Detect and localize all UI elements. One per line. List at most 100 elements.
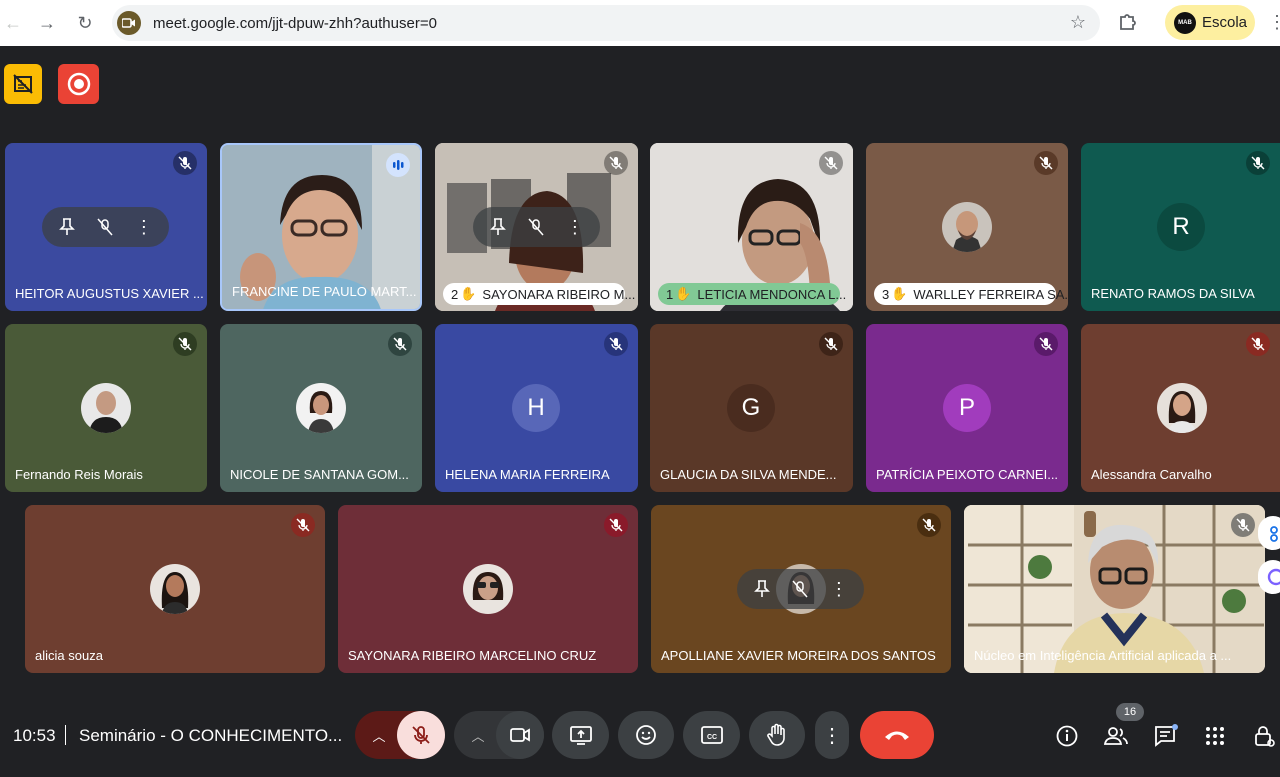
- audio-wave-icon: [386, 153, 410, 177]
- hand-order: 1: [666, 286, 674, 302]
- raise-hand-button[interactable]: [749, 711, 805, 759]
- hand-order: 3: [882, 286, 890, 302]
- raised-hand-name-pill: 3 ✋ WARLLEY FERREIRA SA...: [874, 283, 1068, 305]
- mic-off-icon: [604, 151, 628, 175]
- bookmark-star-icon[interactable]: ☆: [1070, 12, 1086, 33]
- mic-off-icon: [291, 513, 315, 537]
- mic-off-icon: [819, 332, 843, 356]
- mic-off-icon: [1246, 151, 1270, 175]
- avatar: [150, 564, 200, 614]
- more-options-button[interactable]: ⋮: [815, 711, 849, 759]
- pin-icon[interactable]: [53, 213, 81, 241]
- avatar-letter: P: [943, 384, 991, 432]
- divider: [65, 725, 66, 745]
- participant-name: HELENA MARIA FERREIRA: [445, 467, 610, 482]
- participant-tile[interactable]: 3 ✋ WARLLEY FERREIRA SA...: [866, 143, 1068, 311]
- mute-participant-icon[interactable]: [786, 575, 814, 603]
- recording-indicator-icon[interactable]: [58, 64, 99, 104]
- mute-participant-icon[interactable]: [522, 213, 550, 241]
- side-panel-companion-icon[interactable]: [1258, 560, 1280, 594]
- participant-name: APOLLIANE XAVIER MOREIRA DOS SANTOS: [661, 648, 936, 663]
- browser-menu-icon[interactable]: ⋮: [1268, 12, 1280, 33]
- forward-icon[interactable]: →: [34, 10, 60, 36]
- audio-options-chevron-icon[interactable]: ︿: [368, 724, 390, 746]
- more-vert-icon: ⋮: [822, 724, 842, 747]
- avatar: [1157, 383, 1207, 433]
- raised-hand-name-pill: 1 ✋ LETICIA MENDONCA L...: [658, 283, 846, 305]
- mic-off-icon: [1231, 513, 1255, 537]
- chat-icon[interactable]: [1152, 722, 1180, 750]
- participant-tile[interactable]: ⋮ HEITOR AUGUSTUS XAVIER ...: [5, 143, 207, 311]
- participant-tile[interactable]: P PATRÍCIA PEIXOTO CARNEI...: [866, 324, 1068, 492]
- extensions-icon[interactable]: [1116, 10, 1140, 34]
- leave-call-button[interactable]: [860, 711, 934, 759]
- side-panel-apps-icon[interactable]: [1258, 516, 1280, 550]
- people-icon[interactable]: [1102, 722, 1130, 750]
- avatar: [942, 202, 992, 252]
- captions-off-indicator-icon[interactable]: [4, 64, 42, 104]
- avatar: [81, 383, 131, 433]
- participant-tile[interactable]: alicia souza: [25, 505, 325, 673]
- participant-tile[interactable]: Fernando Reis Morais: [5, 324, 207, 492]
- captions-button[interactable]: CC: [683, 711, 740, 759]
- hand-order: 2: [451, 286, 459, 302]
- participant-name: SAYONARA RIBEIRO M...: [482, 286, 636, 302]
- svg-text:CC: CC: [706, 734, 716, 741]
- participant-tile[interactable]: G GLAUCIA DA SILVA MENDE...: [650, 324, 853, 492]
- present-screen-button[interactable]: [552, 711, 609, 759]
- hand-icon: [767, 723, 785, 746]
- mic-off-icon: [917, 513, 941, 537]
- mic-off-icon: [1034, 151, 1058, 175]
- tile-hover-controls: ⋮: [42, 207, 169, 247]
- participant-name: NICOLE DE SANTANA GOM...: [230, 467, 409, 482]
- video-options-chevron-icon[interactable]: ︿: [467, 724, 489, 746]
- more-options-icon[interactable]: ⋮: [130, 213, 158, 241]
- profile-avatar: MAB: [1174, 11, 1196, 34]
- participant-tile[interactable]: 1 ✋ LETICIA MENDONCA L...: [650, 143, 853, 311]
- participant-tile[interactable]: NICOLE DE SANTANA GOM...: [220, 324, 422, 492]
- reload-icon[interactable]: ↻: [72, 10, 98, 36]
- reactions-button[interactable]: [618, 711, 674, 759]
- participant-tile[interactable]: FRANCINE DE PAULO MART...: [220, 143, 422, 311]
- activities-grid-icon[interactable]: [1201, 722, 1229, 750]
- back-icon[interactable]: ←: [0, 10, 26, 36]
- participant-name: SAYONARA RIBEIRO MARCELINO CRUZ: [348, 648, 597, 663]
- mute-participant-icon[interactable]: [91, 213, 119, 241]
- pin-icon[interactable]: [484, 213, 512, 241]
- more-options-icon[interactable]: ⋮: [825, 575, 853, 603]
- participant-tile[interactable]: Núcleo em Inteligência Artificial aplica…: [964, 505, 1265, 673]
- mic-off-icon: [1034, 332, 1058, 356]
- participant-name: Fernando Reis Morais: [15, 467, 143, 482]
- more-options-icon[interactable]: ⋮: [561, 213, 589, 241]
- participant-tile[interactable]: Alessandra Carvalho: [1081, 324, 1280, 492]
- pin-icon[interactable]: [748, 575, 776, 603]
- participant-tile[interactable]: SAYONARA RIBEIRO MARCELINO CRUZ: [338, 505, 638, 673]
- participant-tile[interactable]: ⋮ 2 ✋ SAYONARA RIBEIRO M...: [435, 143, 638, 311]
- raised-hand-name-pill: 2 ✋ SAYONARA RIBEIRO M...: [443, 283, 635, 305]
- camera-toggle-button[interactable]: [496, 711, 544, 759]
- url-text: meet.google.com/jjt-dpuw-zhh?authuser=0: [153, 14, 437, 32]
- tile-hover-controls: ⋮: [473, 207, 600, 247]
- profile-chip[interactable]: MAB Escola: [1165, 5, 1255, 40]
- participant-name: Alessandra Carvalho: [1091, 467, 1212, 482]
- meeting-details-icon[interactable]: [1053, 722, 1081, 750]
- participant-name: HEITOR AUGUSTUS XAVIER ...: [15, 286, 204, 301]
- participant-tile[interactable]: H HELENA MARIA FERREIRA: [435, 324, 638, 492]
- closed-captions-icon: CC: [700, 726, 723, 744]
- participant-tile[interactable]: ⋮ APOLLIANE XAVIER MOREIRA DOS SANTOS: [651, 505, 951, 673]
- participant-tile[interactable]: R RENATO RAMOS DA SILVA: [1081, 143, 1280, 311]
- mic-off-icon: [604, 513, 628, 537]
- avatar-letter: H: [512, 384, 560, 432]
- meeting-title: Seminário - O CONHECIMENTO...: [79, 726, 343, 745]
- host-controls-lock-icon[interactable]: [1250, 722, 1278, 750]
- avatar-letter: R: [1157, 203, 1205, 251]
- participant-name: PATRÍCIA PEIXOTO CARNEI...: [876, 467, 1059, 482]
- avatar: [296, 383, 346, 433]
- participant-name: RENATO RAMOS DA SILVA: [1091, 286, 1255, 301]
- camera-control-group: ︿: [454, 711, 544, 759]
- mic-off-icon: [604, 332, 628, 356]
- address-bar[interactable]: meet.google.com/jjt-dpuw-zhh?authuser=0 …: [112, 5, 1100, 41]
- meeting-clock: 10:53: [13, 726, 56, 745]
- microphone-toggle-button[interactable]: [397, 711, 445, 759]
- mic-control-group: ︿: [355, 711, 445, 759]
